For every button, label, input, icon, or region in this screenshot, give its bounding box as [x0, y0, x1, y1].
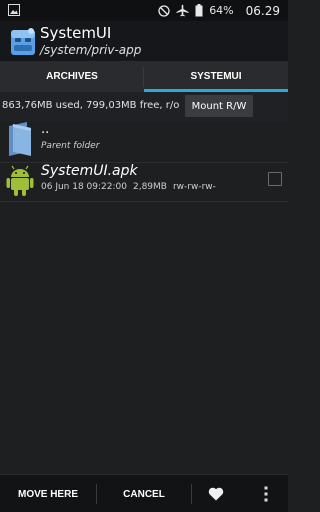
file-permissions: rw-rw-rw-	[172, 182, 216, 192]
overflow-menu-button[interactable]	[248, 475, 284, 512]
app-icon[interactable]	[10, 28, 36, 56]
app-title: SystemUI	[40, 24, 112, 42]
favorite-button[interactable]	[192, 475, 240, 512]
android-icon	[6, 165, 34, 196]
mount-rw-button[interactable]: Mount R/W	[185, 95, 253, 117]
tab-systemui[interactable]: SYSTEMUI	[144, 61, 288, 92]
tab-systemui-label: SYSTEMUI	[190, 71, 242, 82]
battery-percent: 64%	[209, 4, 234, 17]
image-icon	[8, 4, 20, 16]
heart-icon	[208, 487, 224, 501]
tab-archives-label: ARCHIVES	[46, 71, 98, 82]
more-vertical-icon	[264, 486, 268, 502]
list-item[interactable]: SystemUI.apk 06 Jun 18 09:22:00 2,89MB r…	[0, 162, 288, 202]
file-metadata: 06 Jun 18 09:22:00 2,89MB rw-rw-rw-	[41, 182, 216, 192]
battery-icon	[195, 4, 203, 17]
action-bar: SystemUI /system/priv-app	[0, 21, 288, 61]
tab-archives[interactable]: ARCHIVES	[0, 61, 144, 92]
bottom-action-bar: MOVE HERE CANCEL	[0, 474, 288, 512]
file-date: 06 Jun 18 09:22:00	[41, 182, 127, 192]
no-disturb-icon	[158, 4, 170, 17]
status-bar: 64% 06.29	[0, 0, 288, 21]
move-here-button[interactable]: MOVE HERE	[0, 475, 96, 512]
file-name: SystemUI.apk	[41, 163, 138, 179]
tab-bar: ARCHIVES SYSTEMUI	[0, 61, 288, 92]
file-select-checkbox[interactable]	[268, 172, 282, 186]
file-size: 2,89MB	[132, 182, 167, 192]
clock: 06.29	[245, 3, 280, 18]
folder-icon	[9, 122, 31, 156]
current-path: /system/priv-app	[40, 43, 142, 57]
airplane-icon	[176, 4, 189, 17]
parent-folder-row[interactable]: .. Parent folder	[0, 122, 288, 162]
parent-folder-name: ..	[41, 122, 50, 137]
parent-folder-description: Parent folder	[41, 141, 100, 151]
storage-info-text: 863,76MB used, 799,03MB free, r/o	[2, 100, 180, 111]
cancel-button[interactable]: CANCEL	[97, 475, 191, 512]
